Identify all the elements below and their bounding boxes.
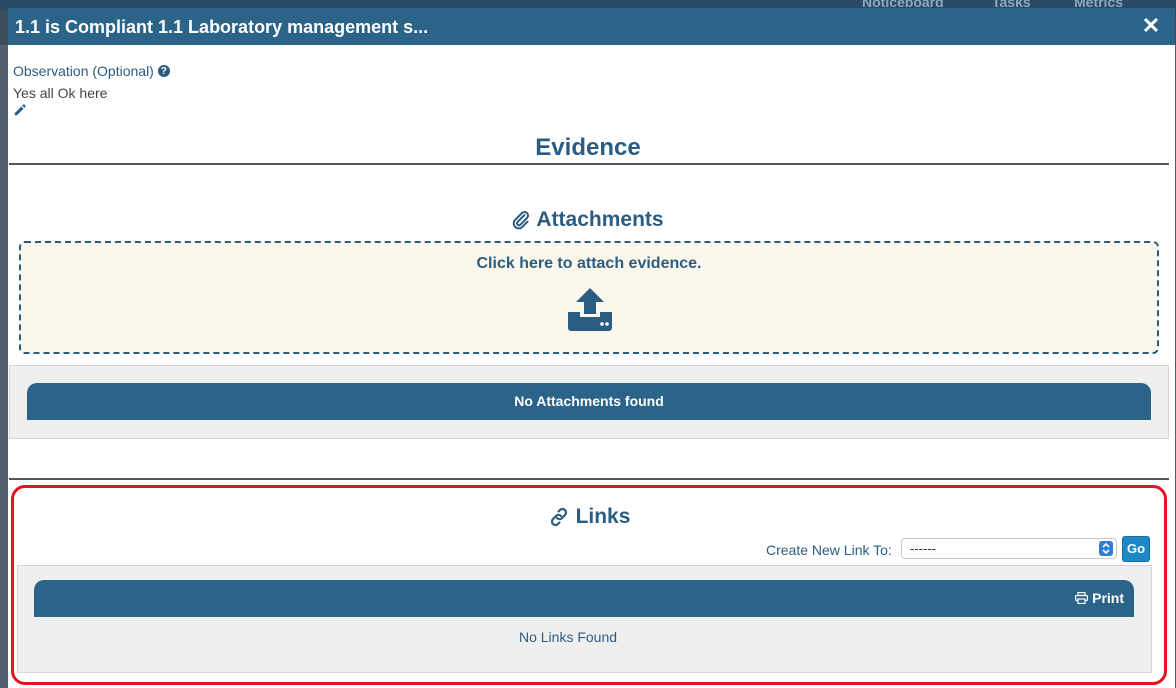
evidence-modal: 1.1 is Compliant 1.1 Laboratory manageme… [8,8,1175,688]
close-icon[interactable]: ✕ [1141,15,1161,37]
paperclip-icon [513,210,530,230]
attachments-title: Attachments [536,208,664,231]
links-panel: Print No Links Found [17,565,1152,673]
print-icon [1075,592,1089,604]
modal-title: 1.1 is Compliant 1.1 Laboratory manageme… [15,17,429,37]
link-type-select[interactable]: ------ [901,538,1117,559]
no-links-text: No Links Found [518,629,618,645]
evidence-heading: Evidence [535,134,641,161]
link-type-select-value: ------ [910,541,936,556]
links-table-header: Print [34,580,1134,617]
print-label: Print [1092,590,1124,606]
dropzone-text: Click here to attach evidence. [476,255,702,272]
attachments-heading: Attachments [8,208,1168,232]
divider [9,163,1169,165]
links-title: Links [575,505,631,528]
pencil-icon[interactable] [13,103,27,117]
create-link-label: Create New Link To: [766,542,892,558]
print-button[interactable]: Print [1075,590,1124,606]
observation-value: Yes all Ok here [13,85,108,101]
chevron-updown-icon [1099,541,1113,556]
question-circle-icon[interactable]: ? [157,65,170,77]
link-icon [550,507,567,527]
modal-header: 1.1 is Compliant 1.1 Laboratory manageme… [8,8,1175,45]
observation-label: Observation (Optional) ? [13,63,170,79]
links-heading: Links [14,505,1164,529]
go-button[interactable]: Go [1122,536,1150,562]
attach-dropzone[interactable]: Click here to attach evidence. [19,241,1159,354]
attachments-panel: No Attachments found [9,365,1169,439]
no-attachments-bar: No Attachments found [27,383,1151,420]
upload-icon [568,288,612,331]
observation-label-text: Observation (Optional) [13,63,154,79]
divider [9,478,1169,480]
links-section: Links Create New Link To: ------ Go Prin… [11,485,1167,685]
background-left-edge [0,45,8,688]
